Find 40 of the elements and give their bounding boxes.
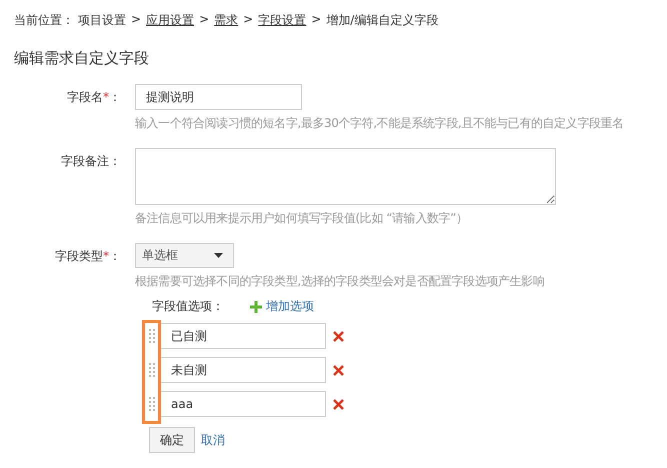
field-label: 字段名 (67, 90, 103, 104)
delete-icon[interactable] (333, 364, 344, 376)
confirm-button[interactable]: 确定 (149, 427, 195, 453)
required-mark: * (103, 90, 109, 104)
field-hint: 输入一个符合阅读习惯的短名字,最多30个字符,不能是系统字段,且不能与已有的自定义字段重名 (135, 115, 624, 132)
remark-textarea[interactable] (135, 148, 556, 205)
breadcrumb-item: 增加/编辑自定义字段 (326, 12, 438, 29)
option-input[interactable]: 已自测 (160, 323, 326, 349)
drag-handle-icon[interactable] (149, 397, 155, 411)
breadcrumb-separator: > (199, 12, 210, 28)
required-mark: * (103, 249, 109, 263)
name-input[interactable]: 提测说明 (135, 84, 302, 110)
breadcrumb-link[interactable]: 需求 (214, 12, 238, 29)
field-label: 字段类型 (55, 249, 103, 263)
field-hint: 根据需要可选择不同的字段类型,选择的字段类型会对是否配置字段选项产生影响 (135, 273, 544, 290)
field-label: 字段备注 (61, 154, 109, 168)
options-label: 字段值选项： (152, 298, 224, 315)
breadcrumb-prefix: 当前位置： (14, 12, 74, 29)
label-colon: ： (109, 249, 121, 263)
type-dropdown[interactable]: 单选框 (135, 243, 234, 268)
label-colon: ： (109, 90, 121, 104)
breadcrumb-link[interactable]: 应用设置 (146, 12, 194, 29)
option-input[interactable]: 未自测 (160, 357, 326, 383)
breadcrumb-item: 项目设置 (78, 12, 126, 29)
page-title: 编辑需求自定义字段 (14, 49, 150, 68)
drag-handle-icon[interactable] (149, 363, 155, 377)
plus-icon (250, 300, 262, 312)
field-hint: 备注信息可以用来提示用户如何填写字段值(比如 “请输入数字”） (135, 210, 469, 227)
caret-icon (214, 253, 223, 258)
delete-icon[interactable] (333, 330, 344, 342)
breadcrumb-separator: > (131, 12, 142, 28)
breadcrumb-separator: > (243, 12, 254, 28)
option-input[interactable]: aaa (160, 391, 326, 417)
drag-handle-icon[interactable] (149, 329, 155, 343)
label-colon: ： (109, 154, 121, 168)
breadcrumb-link[interactable]: 字段设置 (258, 12, 306, 29)
cancel-link[interactable]: 取消 (201, 432, 225, 448)
breadcrumb-separator: > (311, 12, 322, 28)
add-option-link[interactable]: 增加选项 (250, 298, 314, 315)
delete-icon[interactable] (333, 398, 344, 410)
